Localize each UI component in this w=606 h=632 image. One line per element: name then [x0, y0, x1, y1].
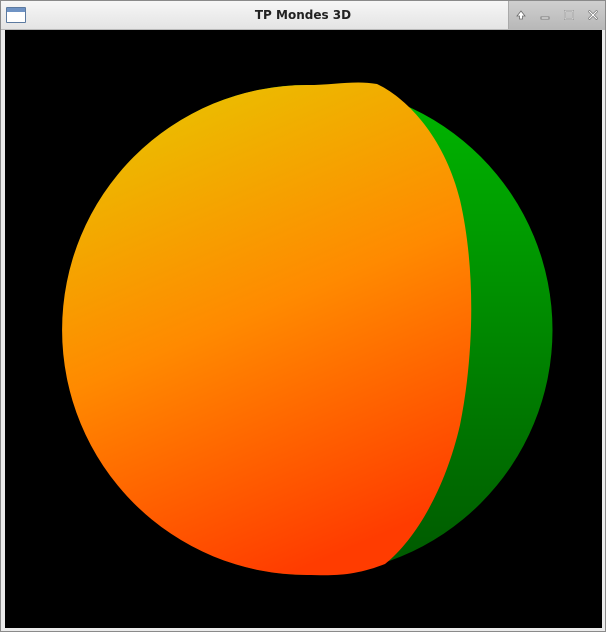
minimize-icon[interactable] [536, 6, 554, 24]
arrow-up-icon[interactable] [512, 6, 530, 24]
maximize-icon[interactable] [560, 6, 578, 24]
app-window: TP Mondes 3D [0, 0, 606, 632]
window-icon[interactable] [6, 7, 26, 23]
gl-viewport[interactable] [5, 30, 602, 628]
sphere-render [62, 82, 553, 576]
window-controls [508, 1, 605, 29]
close-icon[interactable] [584, 6, 602, 24]
sphere-front-orange [62, 82, 472, 576]
title-bar[interactable]: TP Mondes 3D [1, 1, 605, 30]
